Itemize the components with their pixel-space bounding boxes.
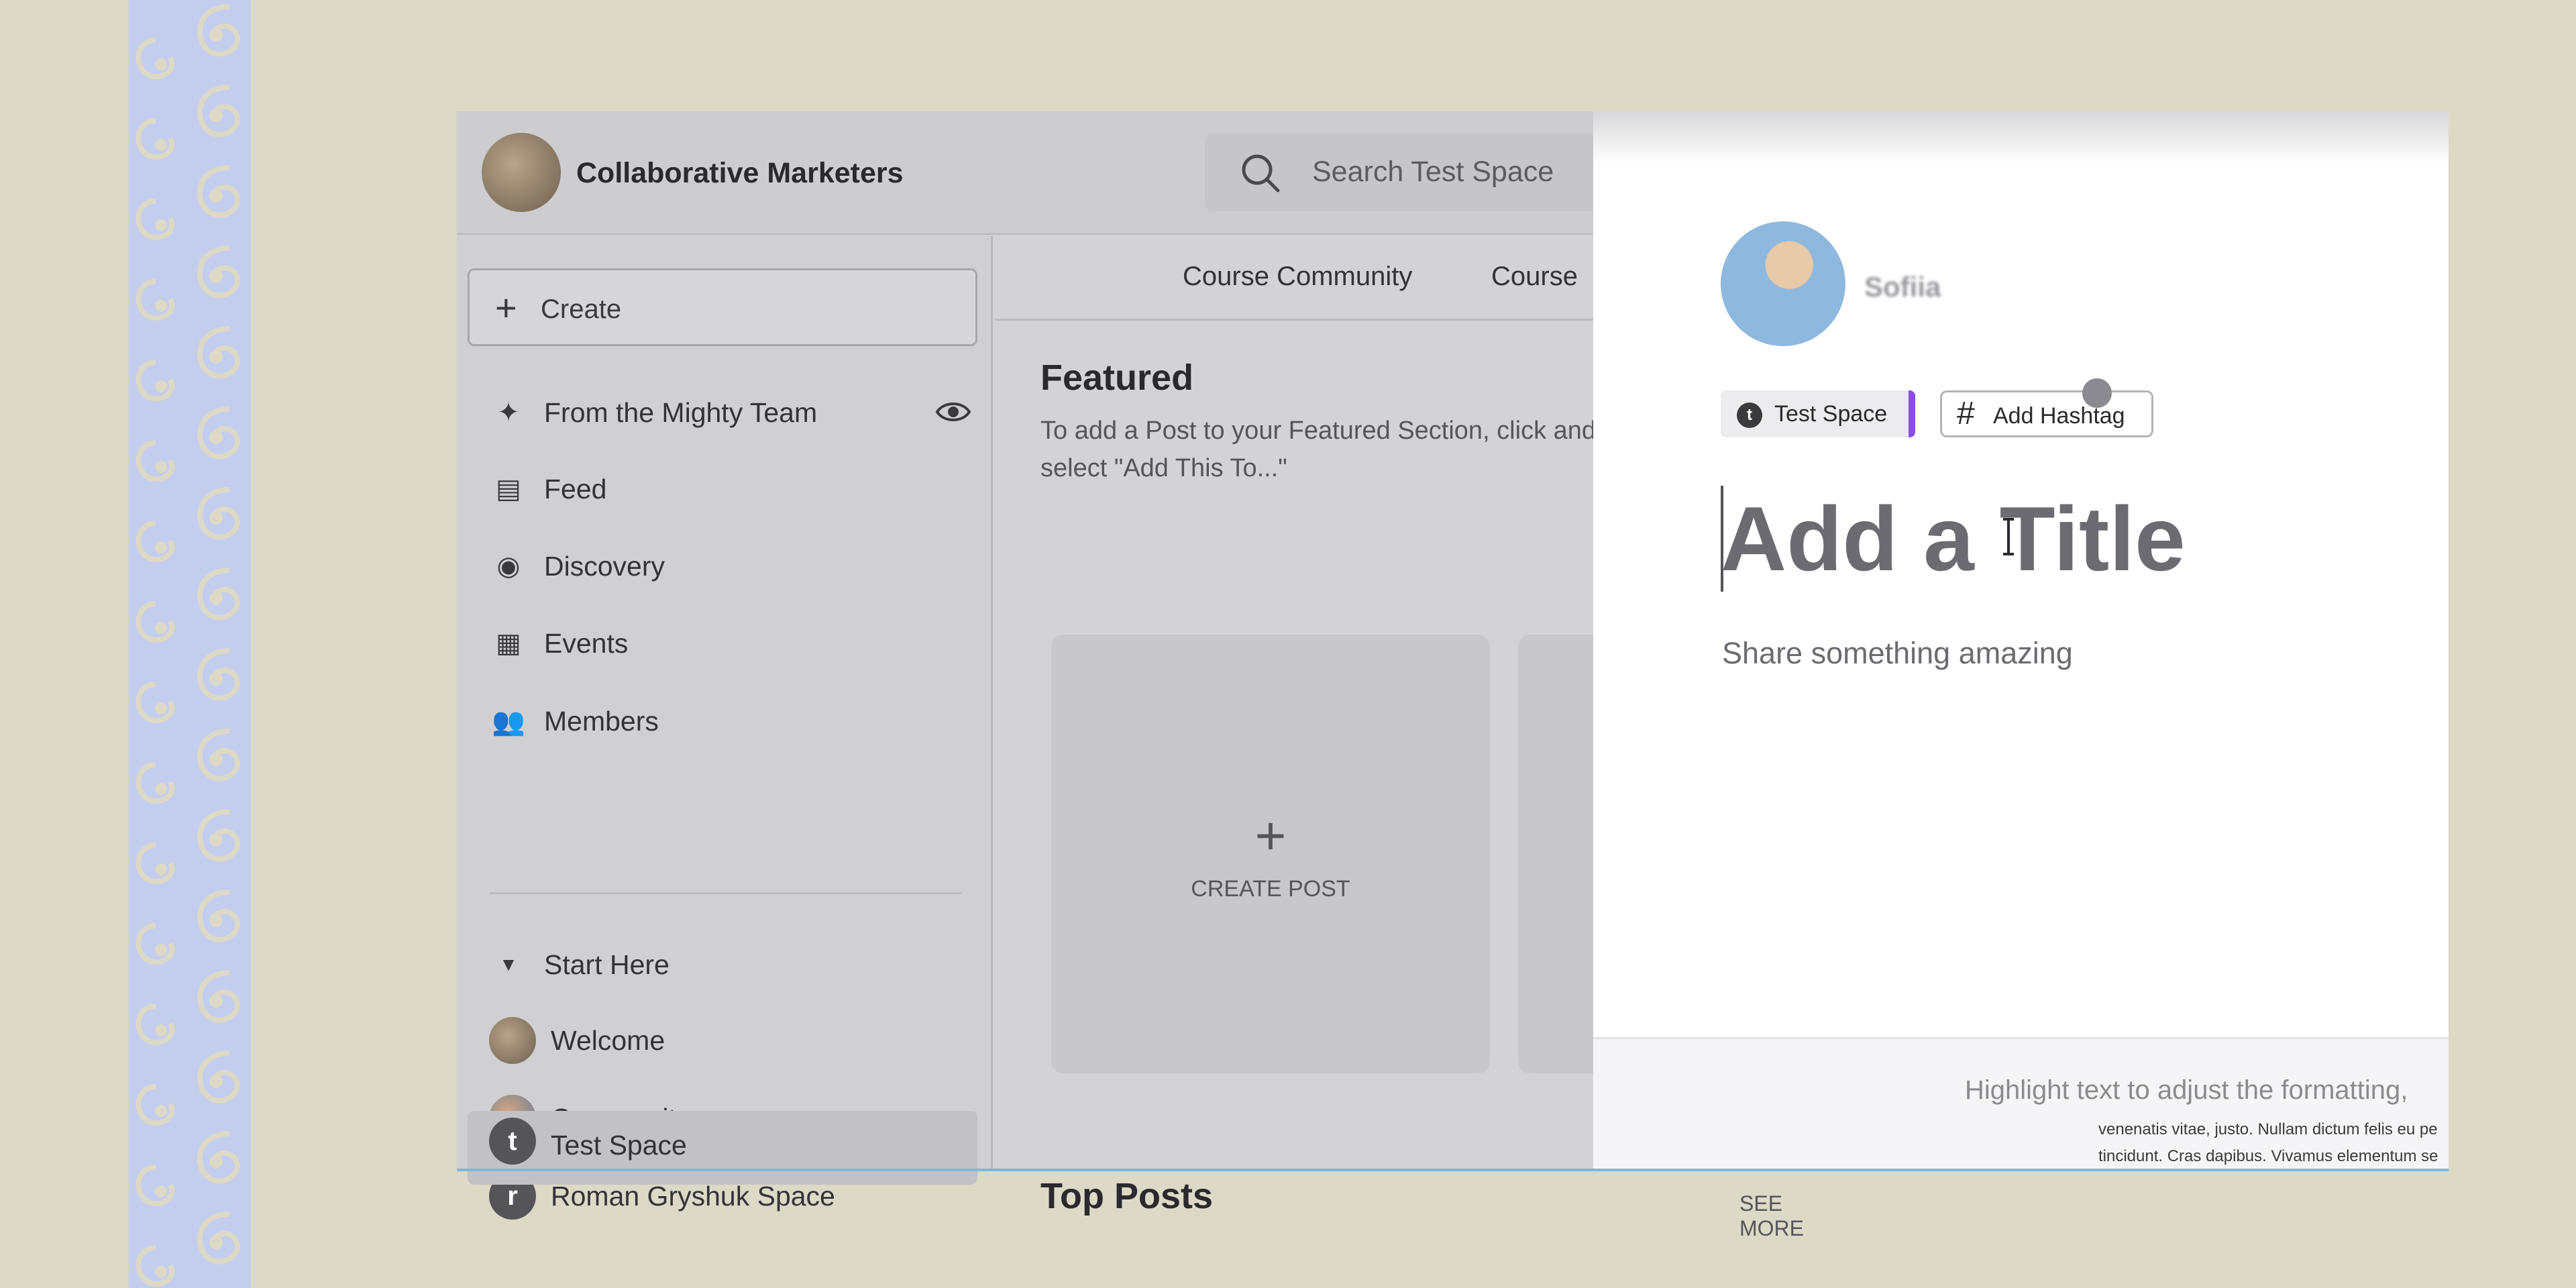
- section-start-here[interactable]: ▼ Start Here: [489, 937, 972, 991]
- sidebar-item-feed[interactable]: ▤ Feed: [489, 462, 972, 515]
- create-post-card[interactable]: + CREATE POST: [1051, 635, 1490, 1073]
- body-input[interactable]: Share something amazing: [1722, 636, 2073, 671]
- featured-description: To add a Post to your Featured Section, …: [1040, 417, 1597, 482]
- space-avatar: [489, 1017, 536, 1064]
- plus-icon: +: [495, 286, 517, 329]
- community-logo[interactable]: [482, 133, 561, 212]
- top-posts-title: Top Posts: [1040, 1176, 1214, 1216]
- frame-edge: [457, 1169, 2449, 1171]
- background-margin: [2449, 0, 2576, 1288]
- search-icon: [1242, 154, 1280, 193]
- sidebar-item-label: Test Space: [551, 1130, 687, 1161]
- tabs-bar: Course Community Course: [995, 236, 1593, 321]
- sidebar: + Create ✦ From the Mighty Team ▤ Feed ◉…: [457, 236, 993, 1220]
- sidebar-item-label: Roman Gryshuk Space: [551, 1181, 835, 1212]
- sidebar-item-events[interactable]: ▦ Events: [489, 616, 972, 669]
- compass-icon: ◉: [496, 551, 521, 581]
- sparkle-icon: ✦: [497, 398, 520, 427]
- decorative-pattern: [129, 0, 251, 1288]
- space-avatar: t: [489, 1118, 536, 1165]
- space-avatar: t: [1737, 402, 1762, 428]
- sidebar-item-mighty-team[interactable]: ✦ From the Mighty Team: [489, 385, 972, 439]
- ibeam-cursor-icon: [2003, 518, 2014, 555]
- add-hashtag-label: Add Hashtag: [1993, 403, 2125, 429]
- app-window: Collaborative Marketers + Create ✦ From …: [457, 111, 1957, 1240]
- underlying-text-line: tincidunt. Cras dapibus. Vivamus element…: [2098, 1147, 2438, 1165]
- section-label: Start Here: [544, 949, 669, 980]
- sidebar-item-label: Welcome: [551, 1025, 665, 1056]
- sidebar-item-label: Feed: [544, 474, 607, 504]
- sidebar-item-members[interactable]: 👥 Members: [489, 694, 972, 747]
- user-avatar: [1721, 221, 1845, 346]
- eye-icon[interactable]: [934, 396, 972, 428]
- community-title[interactable]: Collaborative Marketers: [576, 157, 904, 190]
- formatting-hint: Highlight text to adjust the formatting,: [1965, 1075, 2408, 1105]
- space-tag[interactable]: t Test Space: [1721, 390, 1915, 437]
- tab-course[interactable]: Course: [1491, 262, 1578, 292]
- underlying-text-line: venenatis vitae, justo. Nullam dictum fe…: [2098, 1120, 2438, 1138]
- sidebar-item-label: Members: [544, 706, 659, 737]
- caret-down-icon: ▼: [499, 954, 518, 975]
- create-label: Create: [541, 294, 622, 324]
- space-tag-label: Test Space: [1774, 401, 1888, 427]
- feed-icon: ▤: [496, 474, 521, 504]
- underlying-text: venenatis vitae, justo. Nullam dictum fe…: [2098, 1116, 2449, 1170]
- featured-title: Featured: [1040, 358, 1194, 398]
- main-content: Course Community Course Featured To add …: [995, 236, 1957, 1240]
- create-post-label: CREATE POST: [1191, 876, 1350, 902]
- sidebar-item-label: Discovery: [544, 551, 665, 582]
- user-name: Sofiia: [1864, 271, 1941, 303]
- sidebar-item-label: From the Mighty Team: [544, 397, 818, 428]
- plus-icon: +: [1254, 806, 1287, 865]
- sidebar-space-welcome[interactable]: Welcome: [489, 1013, 972, 1067]
- sidebar-item-discovery[interactable]: ◉ Discovery: [489, 539, 972, 592]
- add-hashtag-button[interactable]: # Add Hashtag: [1940, 390, 2153, 437]
- title-input[interactable]: Add a Title: [1721, 488, 2186, 589]
- create-button[interactable]: + Create: [468, 268, 977, 346]
- see-more-link[interactable]: SEE MORE: [1739, 1191, 1804, 1241]
- sidebar-space-test-space[interactable]: t Test Space: [468, 1111, 977, 1185]
- hash-icon: #: [1957, 396, 1975, 431]
- search-placeholder: Search Test Space: [1312, 156, 1554, 188]
- sidebar-divider: [489, 892, 961, 894]
- composer-header-shade: [1593, 111, 2449, 165]
- tab-course-community[interactable]: Course Community: [1183, 262, 1412, 292]
- members-icon: 👥: [492, 706, 525, 737]
- mouse-cursor-indicator: [2082, 378, 2112, 408]
- calendar-icon: ▦: [496, 629, 521, 658]
- sidebar-item-label: Events: [544, 628, 629, 659]
